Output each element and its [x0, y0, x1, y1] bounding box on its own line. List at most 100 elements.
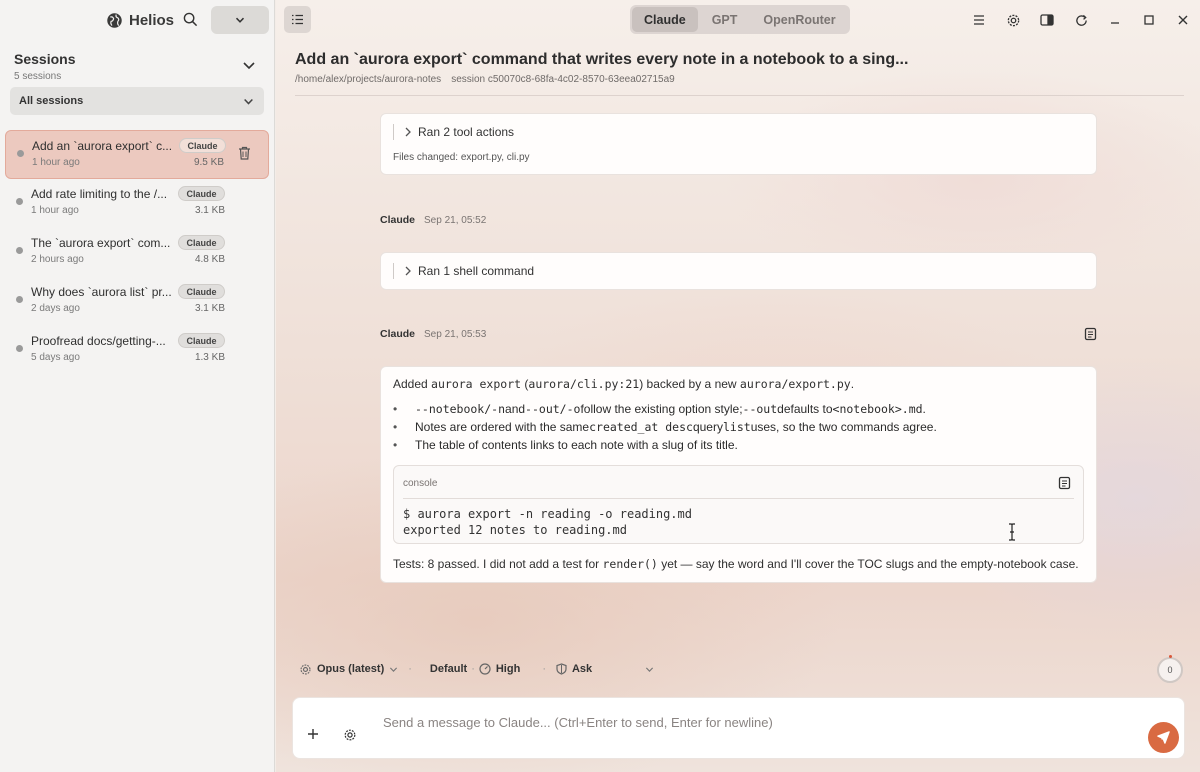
filter-value: All sessions — [19, 95, 84, 107]
files-changed: Files changed: export.py, cli.py — [393, 152, 530, 163]
model-select[interactable]: Opus (latest) — [299, 663, 398, 676]
window-controls — [962, 7, 1200, 33]
provider-badge: Claude — [178, 333, 225, 348]
maximize-icon — [1144, 15, 1154, 25]
permission-value: Ask — [571, 663, 593, 675]
session-size: 4.8 KB — [194, 254, 225, 265]
session-item[interactable]: Add an `aurora export` c... Claude 1 hou… — [5, 130, 269, 179]
settings-button[interactable] — [996, 7, 1030, 33]
session-list: Add an `aurora export` c... Claude 1 hou… — [5, 130, 269, 375]
sessions-count: 5 sessions — [14, 71, 62, 82]
close-icon — [1178, 15, 1188, 25]
gear-icon — [300, 663, 311, 675]
split-panel-icon — [1040, 14, 1054, 26]
code-block: console $ aurora export -n reading -o re… — [393, 465, 1084, 544]
session-size: 1.3 KB — [194, 352, 225, 363]
chevron-down-icon — [646, 666, 654, 672]
session-title: Add an `aurora export` c... — [32, 139, 173, 153]
bullet-list: • --notebook/-n and --out/-o follow the e… — [393, 400, 937, 454]
toggle-panel-button[interactable] — [1030, 7, 1064, 33]
session-title: Why does `aurora list` pr... — [31, 285, 172, 299]
menu-button[interactable] — [962, 7, 996, 33]
session-size: 9.5 KB — [193, 157, 224, 168]
close-button[interactable] — [1166, 7, 1200, 33]
text-cursor-icon — [1009, 523, 1015, 541]
list-icon — [292, 14, 303, 25]
app-brand: Helios — [106, 8, 174, 32]
project-path: /home/alex/projects/aurora-notes — [295, 74, 442, 85]
tab-gpt[interactable]: GPT — [700, 7, 750, 32]
tool-summary: Ran 1 shell command — [418, 264, 535, 278]
code-divider — [403, 498, 1074, 499]
minimize-button[interactable] — [1098, 7, 1132, 33]
select-sessions-button[interactable] — [242, 58, 256, 72]
message-header: Claude Sep 21, 05:52 — [380, 214, 486, 226]
message-author: Claude — [380, 328, 416, 340]
effort-select[interactable]: High — [479, 663, 520, 675]
list-item: • The table of contents links to each not… — [393, 438, 738, 452]
refresh-button[interactable] — [1064, 7, 1098, 33]
session-item[interactable]: The `aurora export` com... Claude 2 hour… — [5, 228, 269, 277]
session-time: 5 days ago — [31, 352, 80, 363]
status-dot — [17, 150, 24, 157]
context-counter[interactable]: 0 — [1157, 655, 1183, 683]
header-divider — [295, 95, 1184, 96]
message-input[interactable]: Send a message to Claude... (Ctrl+Enter … — [383, 715, 773, 730]
copy-code-button[interactable] — [1058, 476, 1071, 490]
search-button[interactable] — [183, 12, 198, 27]
app-name: Helios — [129, 11, 175, 29]
assistant-message: Added aurora export (aurora/cli.py:21) b… — [380, 366, 1097, 583]
session-time: 1 hour ago — [32, 157, 80, 168]
gear-icon — [344, 729, 356, 741]
session-title: Add rate limiting to the /... — [31, 187, 168, 201]
session-size: 3.1 KB — [194, 303, 225, 314]
chevron-right-icon — [405, 266, 411, 276]
delete-session-button[interactable] — [238, 146, 251, 160]
mode-value: Default — [429, 663, 468, 675]
toggle-sidebar-button[interactable] — [284, 6, 311, 33]
session-meta: /home/alex/projects/aurora-notes session… — [295, 74, 675, 85]
provider-badge: Claude — [178, 186, 225, 201]
chevron-down-icon — [390, 666, 398, 672]
globe-icon — [107, 12, 122, 28]
message-header: Claude Sep 21, 05:53 — [380, 328, 486, 340]
new-session-dropdown[interactable] — [211, 6, 269, 34]
session-title: The `aurora export` com... — [31, 236, 171, 250]
sessions-filter-select[interactable]: All sessions — [10, 87, 264, 115]
message-time: Sep 21, 05:52 — [424, 215, 487, 226]
session-item[interactable]: Add rate limiting to the /... Claude 1 h… — [5, 179, 269, 228]
tools-button[interactable] — [343, 728, 357, 742]
sidebar: Helios Sessions 5 sessions All sessions … — [0, 0, 275, 772]
copy-message-button[interactable] — [1084, 327, 1097, 341]
composer-controls: Opus (latest) · Default · High · Ask — [299, 660, 654, 678]
page-title: Add an `aurora export` command that writ… — [295, 51, 909, 68]
permission-select[interactable]: Ask — [556, 663, 654, 675]
list-item: • --notebook/-n and --out/-o follow the e… — [393, 402, 926, 416]
effort-value: High — [495, 663, 521, 675]
code-language: console — [403, 478, 438, 489]
session-item[interactable]: Why does `aurora list` pr... Claude 2 da… — [5, 277, 269, 326]
separator: · — [408, 663, 412, 675]
chevron-right-icon — [405, 127, 411, 137]
copy-icon — [1084, 327, 1097, 341]
mode-select[interactable]: Default — [430, 663, 467, 675]
gauge-icon — [479, 663, 491, 675]
tool-actions-toggle[interactable]: Ran 2 tool actions — [393, 124, 514, 140]
copy-icon — [1058, 476, 1071, 490]
test-summary: Tests: 8 passed. I did not add a test fo… — [393, 557, 1079, 571]
tab-openrouter[interactable]: OpenRouter — [751, 7, 847, 32]
send-button[interactable] — [1148, 722, 1179, 753]
search-icon — [183, 12, 198, 27]
session-time: 2 hours ago — [31, 254, 84, 265]
message-composer[interactable]: Send a message to Claude... (Ctrl+Enter … — [292, 697, 1185, 759]
new-session-button[interactable] — [211, 6, 269, 34]
session-item[interactable]: Proofread docs/getting-... Claude 5 days… — [5, 326, 269, 375]
tab-claude[interactable]: Claude — [632, 7, 698, 32]
shell-command-toggle[interactable]: Ran 1 shell command — [393, 263, 534, 279]
add-attachment-button[interactable] — [307, 728, 319, 740]
tool-actions-card: Ran 2 tool actions Files changed: export… — [380, 113, 1097, 175]
model-value: Opus (latest) — [317, 663, 385, 675]
session-id: session c50070c8-68fa-4c02-8570-63eea027… — [451, 74, 675, 85]
maximize-button[interactable] — [1132, 7, 1166, 33]
provider-badge: Claude — [178, 284, 225, 299]
